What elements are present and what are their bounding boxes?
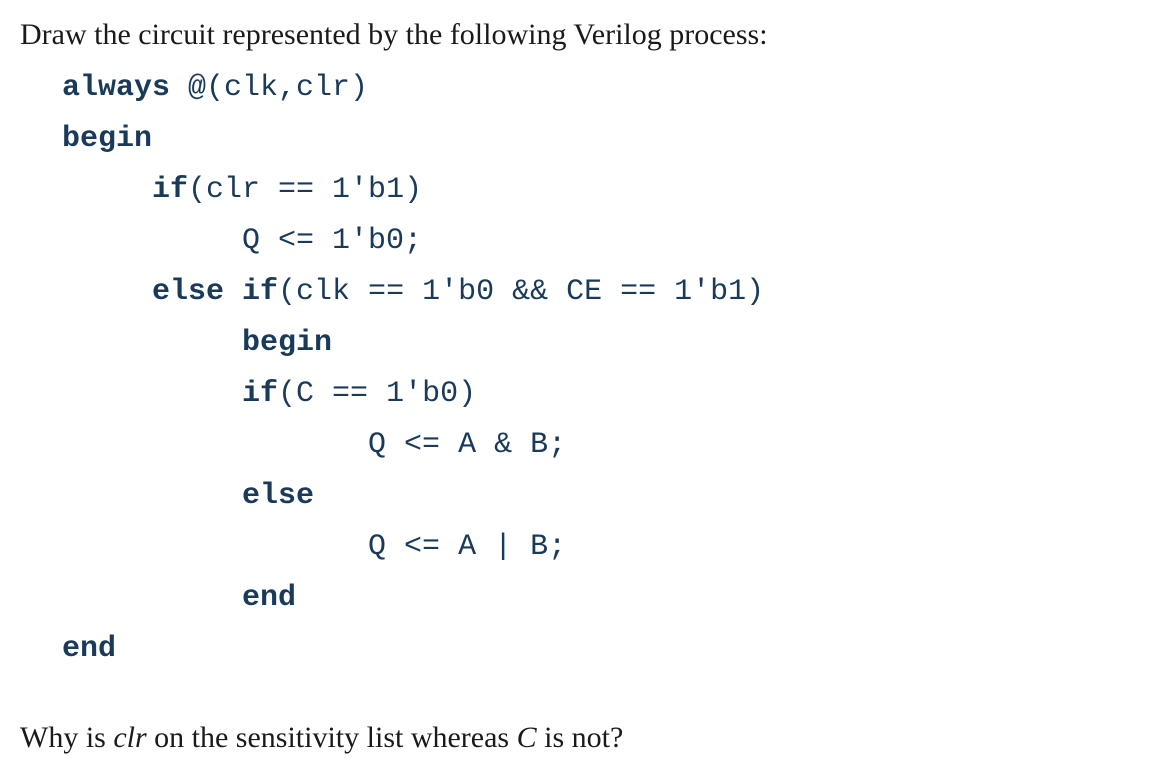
keyword-begin: begin (62, 122, 152, 156)
keyword-else-if: else if (152, 275, 278, 309)
code-indent (62, 173, 152, 207)
code-line: (clk == 1'b0 && CE == 1'b1) (278, 275, 764, 309)
code-line: @(clk,clr) (170, 71, 368, 105)
code-indent (62, 326, 242, 360)
keyword-always: always (62, 71, 170, 105)
code-indent (62, 377, 242, 411)
question-text: Why is clr on the sensitivity list where… (20, 715, 1153, 760)
variable-c: C (517, 721, 537, 754)
code-line: Q <= A | B; (62, 530, 566, 564)
keyword-if: if (152, 173, 188, 207)
keyword-end: end (62, 632, 116, 666)
code-block: always @(clk,clr) begin if(clr == 1'b1) … (20, 63, 1153, 675)
keyword-end: end (242, 581, 296, 615)
question-part: on the sensitivity list whereas (147, 721, 517, 754)
keyword-else: else (242, 479, 314, 513)
code-indent (62, 581, 242, 615)
keyword-if: if (242, 377, 278, 411)
code-line: Q <= A & B; (62, 428, 566, 462)
keyword-begin: begin (242, 326, 332, 360)
variable-clr: clr (113, 721, 146, 754)
code-line: (C == 1'b0) (278, 377, 476, 411)
code-line: Q <= 1'b0; (62, 224, 422, 258)
code-indent (62, 479, 242, 513)
code-indent (62, 275, 152, 309)
question-part: Why is (20, 721, 113, 754)
prompt-text: Draw the circuit represented by the foll… (20, 12, 1153, 57)
code-line: (clr == 1'b1) (188, 173, 422, 207)
question-part: is not? (537, 721, 624, 754)
